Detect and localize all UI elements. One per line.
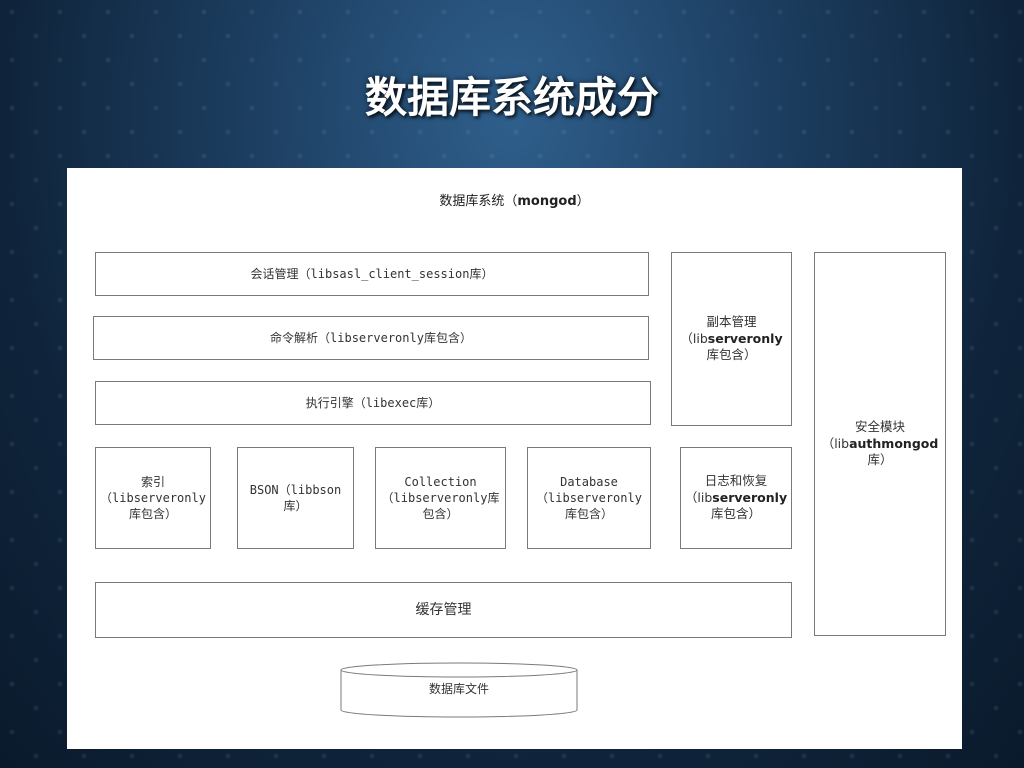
replica-management-line3: 库包含） (706, 347, 757, 363)
replica-management-lib: serveronly (707, 330, 783, 346)
execution-engine-label: 执行引擎（libexec库） (305, 395, 441, 410)
index-box: 索引（libserveronly库包含） (95, 447, 211, 549)
database-label: Database（libserveronly库包含） (536, 474, 642, 522)
database-box: Database（libserveronly库包含） (527, 447, 651, 549)
diagram-title-bold: mongod (517, 194, 577, 209)
index-label: 索引（libserveronly库包含） (100, 474, 206, 522)
replica-management-line1: 副本管理 (706, 313, 757, 329)
security-module-line2: （libauthmongod (822, 436, 939, 453)
replica-management-line2: （libserveronly (680, 331, 782, 348)
journal-recovery-prefix: （lib (684, 489, 713, 505)
security-module-prefix: （lib (821, 435, 850, 451)
cache-management-label: 缓存管理 (415, 601, 472, 618)
security-module-box: 安全模块 （libauthmongod 库） (814, 252, 946, 636)
diagram-title: 数据库系统（mongod） (67, 190, 962, 209)
journal-recovery-line2: （libserveronly (685, 490, 787, 507)
security-module-lib: authmongod (849, 435, 939, 451)
replica-management-prefix: （lib (680, 330, 708, 346)
session-management-box: 会话管理（libsasl_client_session库） (95, 252, 649, 296)
journal-recovery-lib: serveronly (712, 489, 788, 505)
session-management-label: 会话管理（libsasl_client_session库） (250, 266, 494, 281)
collection-box: Collection（libserveronly库包含） (375, 447, 506, 549)
security-module-line3: 库） (867, 452, 893, 468)
database-file-label: 数据库文件 (428, 682, 489, 696)
cache-management-box: 缓存管理 (95, 582, 792, 638)
bson-box: BSON（libbson库） (237, 447, 354, 549)
bson-label: BSON（libbson库） (249, 482, 342, 513)
diagram-title-prefix: 数据库系统（ (439, 194, 518, 209)
command-parsing-box: 命令解析（libserveronly库包含） (93, 316, 649, 360)
collection-label: Collection（libserveronly库包含） (381, 474, 500, 522)
execution-engine-box: 执行引擎（libexec库） (95, 381, 651, 425)
replica-management-box: 副本管理 （libserveronly 库包含） (671, 252, 792, 426)
diagram-title-suffix: ） (576, 194, 590, 209)
journal-recovery-line1: 日志和恢复 (704, 472, 768, 488)
architecture-diagram: 数据库系统（mongod） 会话管理（libsasl_client_sessio… (67, 168, 962, 749)
journal-recovery-line3: 库包含） (710, 506, 761, 522)
slide-title: 数据库系统成分 (364, 73, 659, 122)
command-parsing-label: 命令解析（libserveronly库包含） (270, 330, 472, 345)
journal-recovery-box: 日志和恢复 （libserveronly 库包含） (680, 447, 792, 549)
security-module-line1: 安全模块 (854, 418, 905, 434)
